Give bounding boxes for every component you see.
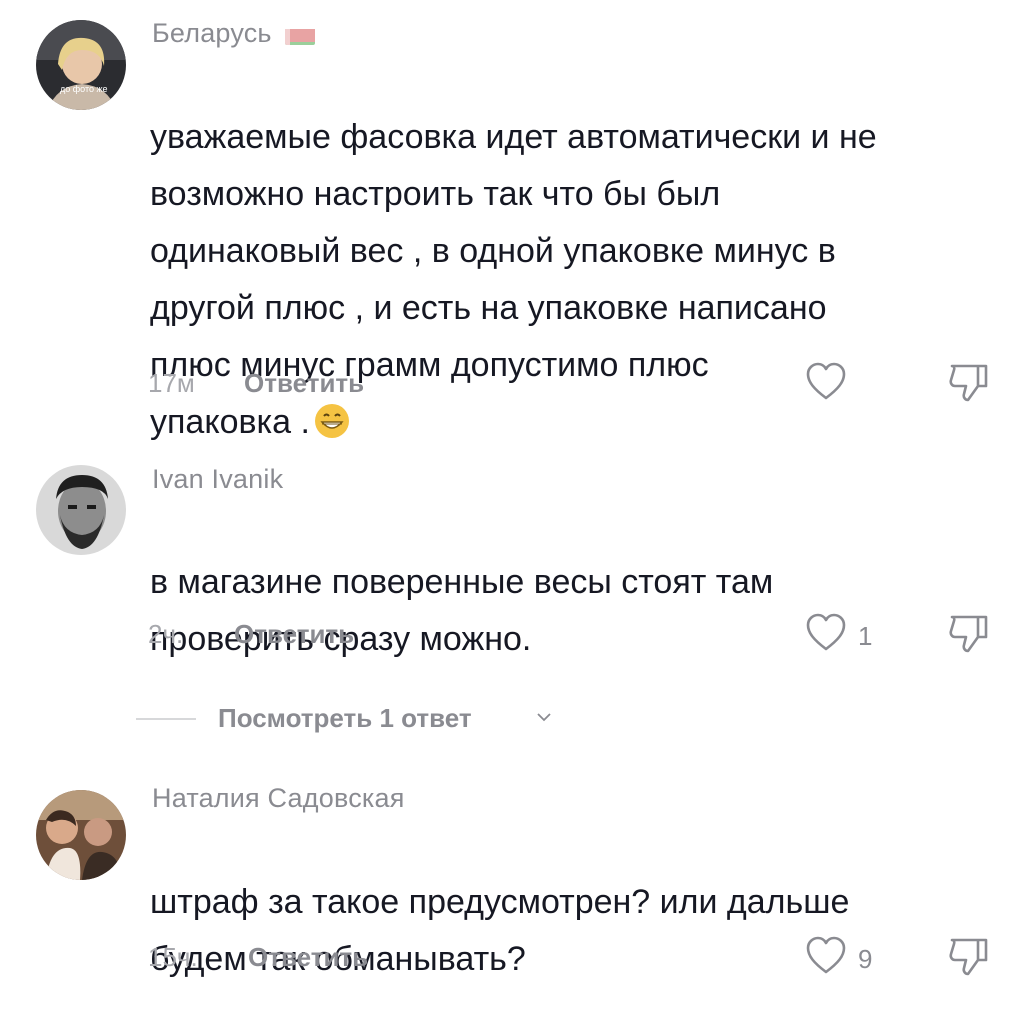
reply-button[interactable]: Ответить <box>234 619 354 650</box>
comment-time: 2ч. <box>148 619 184 649</box>
belarus-flag-icon <box>285 25 316 45</box>
thumbs-down-outline-icon[interactable] <box>946 609 992 655</box>
comment-actions: 2ч. Ответить 1 <box>0 613 1024 659</box>
comment-time: 17м <box>148 368 195 398</box>
comment-author[interactable]: Наталия Садовская <box>152 783 405 814</box>
view-replies-label[interactable]: Посмотреть 1 ответ <box>218 703 472 734</box>
like-count: 1 <box>858 621 873 651</box>
comment-time: 15ч. <box>148 942 198 972</box>
comment-actions: 17м Ответить <box>0 362 1024 408</box>
like-count: 9 <box>858 944 873 974</box>
author-name: Ivan Ivanik <box>152 464 284 494</box>
comment-actions: 15ч. Ответить 9 <box>0 936 1024 982</box>
author-name: Наталия Садовская <box>152 783 405 813</box>
avatar[interactable]: до фото же <box>36 20 126 110</box>
reply-button[interactable]: Ответить <box>248 942 368 973</box>
avatar-caption: до фото же <box>60 84 108 94</box>
divider <box>136 718 196 720</box>
heart-outline-icon[interactable] <box>804 934 848 978</box>
heart-outline-icon[interactable] <box>804 611 848 655</box>
view-replies[interactable]: Посмотреть 1 ответ <box>136 703 596 733</box>
comment-author[interactable]: Беларусь <box>152 18 316 49</box>
thumbs-down-outline-icon[interactable] <box>946 358 992 404</box>
author-name: Беларусь <box>152 18 272 48</box>
avatar[interactable] <box>36 465 126 555</box>
thumbs-down-outline-icon[interactable] <box>946 932 992 978</box>
comment-author[interactable]: Ivan Ivanik <box>152 464 283 495</box>
heart-outline-icon[interactable] <box>804 360 848 404</box>
reply-button[interactable]: Ответить <box>244 368 364 399</box>
avatar[interactable] <box>36 790 126 880</box>
chevron-down-icon <box>537 713 551 722</box>
